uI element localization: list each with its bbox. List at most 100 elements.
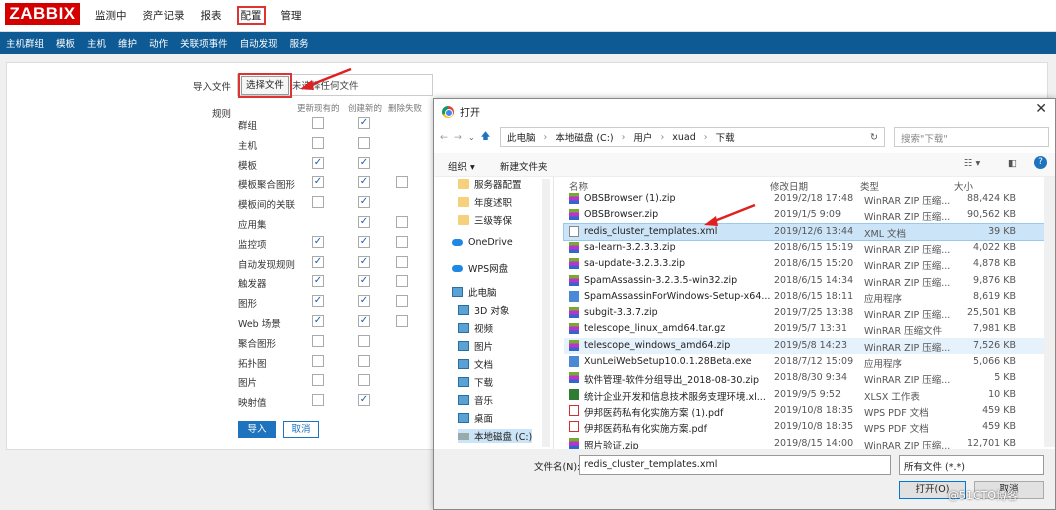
nav-item[interactable]: 文档: [458, 357, 493, 371]
checkbox-update[interactable]: ✓: [312, 235, 324, 248]
preview-pane-icon[interactable]: ◧: [1008, 158, 1017, 169]
checkbox-create[interactable]: ✓: [358, 215, 370, 228]
checkbox-create[interactable]: ✓: [358, 255, 370, 268]
nav-scrollbar[interactable]: [542, 179, 550, 447]
forward-icon[interactable]: →: [454, 132, 462, 143]
checkbox-create[interactable]: ✓: [358, 117, 370, 129]
nav-configuration[interactable]: 配置: [236, 6, 266, 25]
import-button[interactable]: 导入: [238, 421, 276, 438]
search-input[interactable]: 搜索"下载": [894, 127, 1049, 147]
checkbox-update[interactable]: [312, 136, 324, 149]
file-row[interactable]: 伊邦医药私有化实施方案.pdf 2019/10/8 18:35 WPS PDF 文档…: [564, 419, 1044, 435]
checkbox-delete[interactable]: [396, 275, 408, 288]
file-row[interactable]: 伊邦医药私有化实施方案 (1).pdf 2019/10/8 18:35 WPS PD…: [564, 403, 1044, 419]
file-list-scrollbar[interactable]: [1044, 177, 1055, 447]
nav-item[interactable]: 本地磁盘 (C:): [458, 429, 533, 443]
checkbox-delete[interactable]: [396, 314, 408, 327]
nav-item[interactable]: 图片: [458, 339, 493, 353]
file-row[interactable]: XunLeiWebSetup10.0.1.28Beta.exe 2018/7/12…: [564, 354, 1044, 370]
checkbox-create[interactable]: [358, 354, 370, 367]
checkbox-create[interactable]: ✓: [358, 314, 370, 327]
file-row[interactable]: subgit-3.3.7.zip 2019/7/25 13:38 WinRAR ZI…: [564, 305, 1044, 321]
checkbox-create[interactable]: ✓: [358, 295, 370, 308]
breadcrumb-xuad[interactable]: xuad: [672, 132, 696, 143]
subnav-maintenance[interactable]: 维护: [118, 36, 137, 50]
checkbox-update[interactable]: ✓: [312, 255, 324, 268]
chevron-down-icon[interactable]: ⌄: [468, 133, 475, 142]
checkbox-update[interactable]: [312, 196, 324, 209]
nav-item[interactable]: 下载: [458, 375, 493, 389]
zabbix-logo[interactable]: ZABBIX: [5, 3, 80, 25]
nav-item[interactable]: 桌面: [458, 411, 493, 425]
file-row[interactable]: OBSBrowser.zip 2019/1/5 9:09 WinRAR ZIP 压缩…: [564, 207, 1044, 223]
file-row[interactable]: telescope_linux_amd64.tar.gz 2019/5/7 13:…: [564, 321, 1044, 337]
checkbox-update[interactable]: ✓: [312, 295, 324, 308]
address-bar[interactable]: 此电脑 › 本地磁盘 (C:) › 用户 › xuad › 下载 ↻: [500, 127, 885, 147]
nav-item[interactable]: 音乐: [458, 393, 493, 407]
nav-item[interactable]: 年度述职: [458, 195, 512, 209]
checkbox-update[interactable]: [312, 354, 324, 367]
checkbox-create[interactable]: [358, 334, 370, 347]
checkbox-create[interactable]: ✓: [358, 196, 370, 209]
subnav-discovery[interactable]: 自动发现: [240, 36, 278, 50]
choose-file-button[interactable]: 选择文件: [238, 73, 292, 98]
breadcrumb-this-pc[interactable]: 此电脑: [507, 130, 536, 144]
checkbox-update[interactable]: ✓: [312, 275, 324, 288]
nav-item[interactable]: OneDrive: [452, 237, 513, 248]
back-icon[interactable]: ←: [440, 132, 448, 143]
filetype-select[interactable]: 所有文件 (*.*): [899, 455, 1044, 475]
nav-item[interactable]: 三级等保: [458, 213, 512, 227]
nav-item[interactable]: 此电脑: [452, 285, 497, 299]
nav-monitoring[interactable]: 监测中: [94, 8, 128, 25]
breadcrumb-disk[interactable]: 本地磁盘 (C:): [555, 130, 613, 144]
checkbox-create[interactable]: ✓: [358, 176, 370, 189]
subnav-actions[interactable]: 动作: [149, 36, 168, 50]
checkbox-create[interactable]: ✓: [358, 275, 370, 288]
organize-button[interactable]: 组织 ▾: [448, 159, 475, 173]
checkbox-delete[interactable]: [396, 235, 408, 248]
checkbox-create[interactable]: ✓: [358, 394, 370, 407]
filename-input[interactable]: redis_cluster_templates.xml: [579, 455, 891, 475]
checkbox-delete[interactable]: [396, 215, 408, 228]
help-icon[interactable]: ?: [1034, 156, 1047, 169]
checkbox-delete[interactable]: [396, 255, 408, 268]
checkbox-update[interactable]: ✓: [312, 156, 324, 169]
checkbox-update[interactable]: ✓: [312, 314, 324, 327]
nav-inventory[interactable]: 资产记录: [142, 8, 186, 25]
subnav-hostgroups[interactable]: 主机群组: [6, 36, 44, 50]
view-icon[interactable]: ☷ ▾: [964, 158, 980, 169]
file-row[interactable]: SpamAssassin-3.2.3.5-win32.zip 2018/6/15 …: [564, 273, 1044, 289]
nav-item[interactable]: 3D 对象: [458, 303, 509, 317]
cancel-button[interactable]: 取消: [283, 421, 319, 438]
file-row[interactable]: SpamAssassinForWindows-Setup-x64... 2018/…: [564, 289, 1044, 305]
checkbox-create[interactable]: ✓: [358, 235, 370, 248]
checkbox-update[interactable]: [312, 394, 324, 407]
file-row[interactable]: OBSBrowser (1).zip 2019/2/18 17:48 WinRAR …: [564, 191, 1044, 207]
breadcrumb-downloads[interactable]: 下载: [716, 130, 735, 144]
file-row[interactable]: redis_cluster_templates.xml 2019/12/6 13:…: [563, 222, 1045, 241]
refresh-icon[interactable]: ↻: [870, 132, 878, 143]
up-icon[interactable]: 🡅: [481, 129, 491, 145]
subnav-correlation[interactable]: 关联项事件: [180, 36, 228, 50]
nav-item[interactable]: WPS网盘: [452, 261, 508, 275]
breadcrumb-users[interactable]: 用户: [633, 130, 652, 144]
nav-reports[interactable]: 报表: [200, 8, 223, 25]
subnav-services[interactable]: 服务: [290, 36, 309, 50]
checkbox-create[interactable]: ✓: [358, 156, 370, 169]
checkbox-create[interactable]: [358, 374, 370, 387]
file-row[interactable]: 统计企业开发和信息技术服务支理环境.xl... 2019/9/5 9:52 XLSX…: [564, 387, 1044, 403]
file-row[interactable]: sa-learn-3.2.3.3.zip 2018/6/15 15:19 WinRA…: [564, 240, 1044, 256]
file-row[interactable]: 软件管理-软件分组导出_2018-08-30.zip 2018/8/30 9:34…: [564, 370, 1044, 386]
checkbox-update[interactable]: [312, 334, 324, 347]
checkbox-create[interactable]: [358, 136, 370, 149]
checkbox-update[interactable]: ✓: [312, 176, 324, 189]
checkbox-delete[interactable]: [396, 295, 408, 308]
nav-administration[interactable]: 管理: [280, 8, 303, 25]
checkbox-delete[interactable]: [396, 176, 408, 189]
nav-item[interactable]: 视频: [458, 321, 493, 335]
nav-item[interactable]: 服务器配置: [458, 177, 522, 191]
checkbox-update[interactable]: [312, 374, 324, 387]
file-row[interactable]: telescope_windows_amd64.zip 2019/5/8 14:2…: [564, 337, 1044, 354]
subnav-templates[interactable]: 模板: [56, 36, 75, 50]
new-folder-button[interactable]: 新建文件夹: [500, 159, 548, 173]
